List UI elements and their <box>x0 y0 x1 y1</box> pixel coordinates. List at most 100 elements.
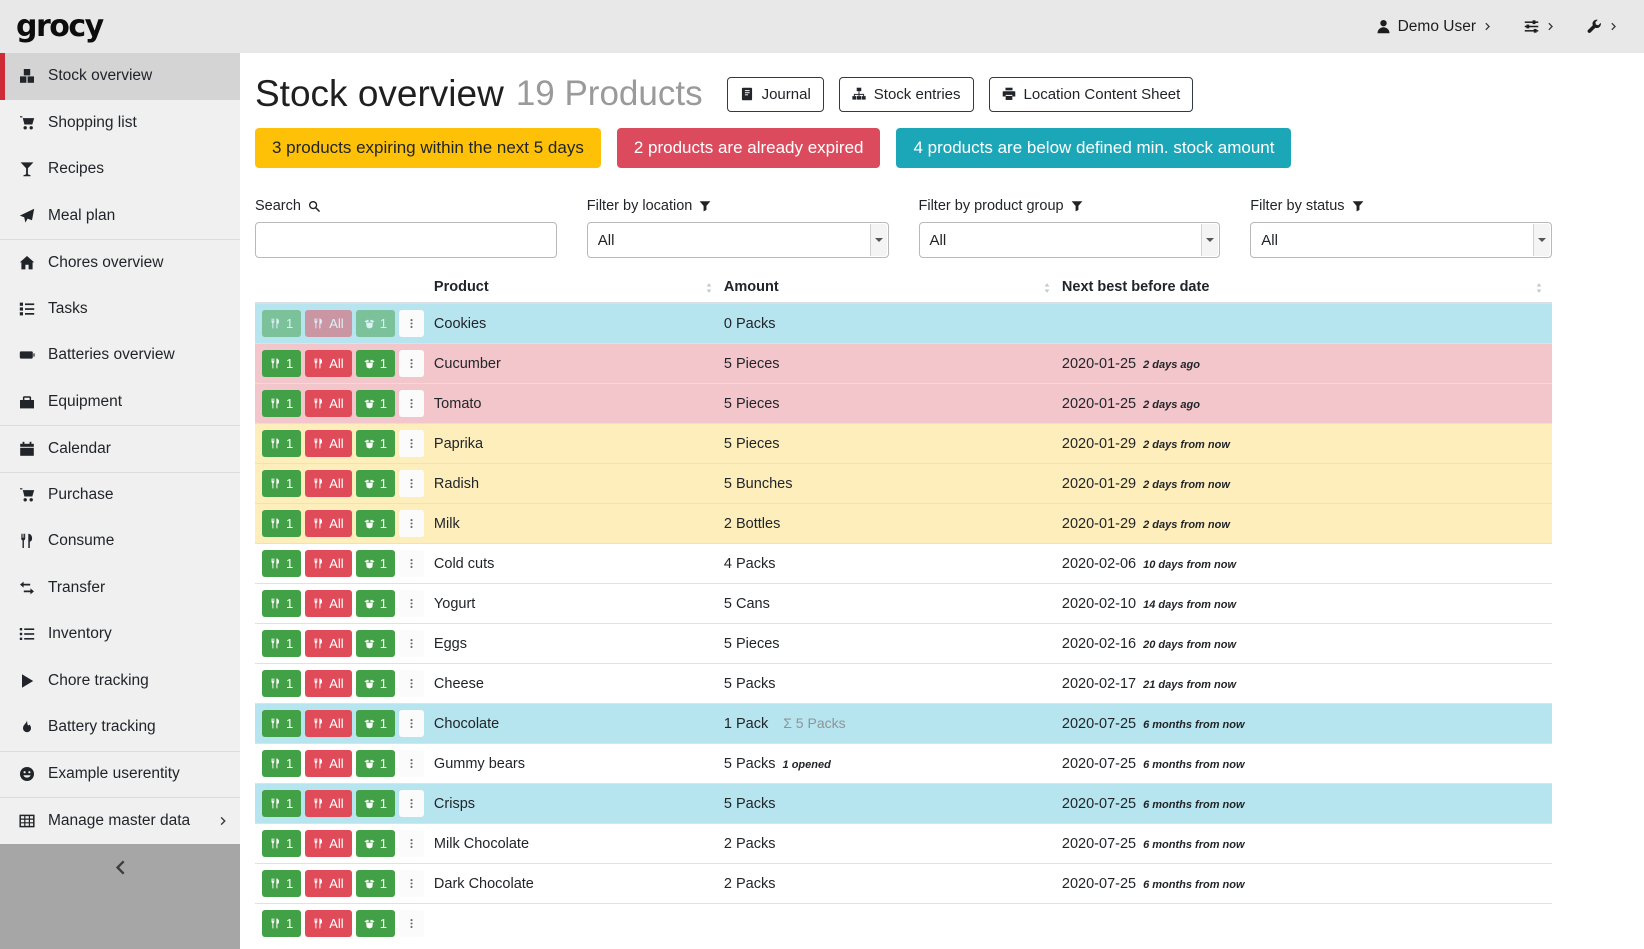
row-menu-button[interactable] <box>399 870 424 897</box>
journal-button[interactable]: Journal <box>727 77 824 112</box>
location-content-sheet-button[interactable]: Location Content Sheet <box>989 77 1194 112</box>
sidebar-item-chores-overview[interactable]: Chores overview <box>0 239 240 286</box>
open-one-button[interactable]: 1 <box>356 910 395 937</box>
consume-one-button[interactable]: 1 <box>262 590 301 617</box>
sidebar-item-calendar[interactable]: Calendar <box>0 425 240 472</box>
consume-all-button[interactable]: All <box>305 430 351 457</box>
location-select[interactable]: All <box>587 222 889 258</box>
consume-one-button[interactable]: 1 <box>262 670 301 697</box>
consume-all-button[interactable]: All <box>305 590 351 617</box>
row-menu-button[interactable] <box>399 790 424 817</box>
status-select[interactable]: All <box>1250 222 1552 258</box>
sidebar-item-transfer[interactable]: Transfer <box>0 565 240 612</box>
row-menu-button[interactable] <box>399 750 424 777</box>
table-row: 1All1Tomato5 Pieces2020-01-252 days ago <box>255 384 1552 424</box>
sidebar-item-manage-master-data[interactable]: Manage master data <box>0 797 240 844</box>
consume-one-button[interactable]: 1 <box>262 430 301 457</box>
consume-one-button[interactable]: 1 <box>262 310 301 337</box>
open-one-button[interactable]: 1 <box>356 510 395 537</box>
stock-entries-button[interactable]: Stock entries <box>839 77 974 112</box>
open-one-button[interactable]: 1 <box>356 390 395 417</box>
open-one-button[interactable]: 1 <box>356 310 395 337</box>
consume-all-button[interactable]: All <box>305 630 351 657</box>
row-menu-button[interactable] <box>399 470 424 497</box>
open-one-button[interactable]: 1 <box>356 830 395 857</box>
date-column-header[interactable]: Next best before date <box>1060 274 1552 303</box>
consume-all-button[interactable]: All <box>305 870 351 897</box>
consume-all-button[interactable]: All <box>305 750 351 777</box>
consume-one-button[interactable]: 1 <box>262 870 301 897</box>
consume-all-button[interactable]: All <box>305 790 351 817</box>
row-menu-button[interactable] <box>399 510 424 537</box>
sidebar-item-purchase[interactable]: Purchase <box>0 472 240 519</box>
sidebar-item-inventory[interactable]: Inventory <box>0 611 240 658</box>
row-menu-button[interactable] <box>399 830 424 857</box>
row-menu-button[interactable] <box>399 630 424 657</box>
app-logo[interactable]: grocy <box>16 9 103 44</box>
open-one-button[interactable]: 1 <box>356 590 395 617</box>
consume-one-button[interactable]: 1 <box>262 630 301 657</box>
open-one-button[interactable]: 1 <box>356 550 395 577</box>
sidebar-item-meal-plan[interactable]: Meal plan <box>0 193 240 240</box>
sidebar-item-shopping-list[interactable]: Shopping list <box>0 100 240 147</box>
row-menu-button[interactable] <box>399 590 424 617</box>
consume-one-button[interactable]: 1 <box>262 710 301 737</box>
open-one-button[interactable]: 1 <box>356 790 395 817</box>
product-column-header[interactable]: Product <box>432 274 722 303</box>
open-one-button[interactable]: 1 <box>356 750 395 777</box>
consume-all-button[interactable]: All <box>305 710 351 737</box>
row-menu-button[interactable] <box>399 710 424 737</box>
user-menu[interactable]: Demo User <box>1376 18 1492 36</box>
consume-one-button[interactable]: 1 <box>262 350 301 377</box>
consume-all-button[interactable]: All <box>305 510 351 537</box>
search-input[interactable] <box>255 222 557 258</box>
consume-all-button[interactable]: All <box>305 910 351 937</box>
consume-all-button[interactable]: All <box>305 390 351 417</box>
open-one-button[interactable]: 1 <box>356 350 395 377</box>
open-one-button[interactable]: 1 <box>356 870 395 897</box>
sidebar-item-batteries-overview[interactable]: Batteries overview <box>0 332 240 379</box>
below-min-stock-banner[interactable]: 4 products are below defined min. stock … <box>896 128 1291 168</box>
sidebar-collapse-button[interactable] <box>112 859 129 876</box>
amount-column-header[interactable]: Amount <box>722 274 1060 303</box>
sidebar-item-battery-tracking[interactable]: Battery tracking <box>0 704 240 751</box>
row-menu-button[interactable] <box>399 550 424 577</box>
sidebar-item-recipes[interactable]: Recipes <box>0 146 240 193</box>
consume-all-button[interactable]: All <box>305 350 351 377</box>
consume-all-button[interactable]: All <box>305 830 351 857</box>
sidebar-item-chore-tracking[interactable]: Chore tracking <box>0 658 240 705</box>
settings-menu[interactable] <box>1524 19 1555 34</box>
open-one-button[interactable]: 1 <box>356 710 395 737</box>
consume-all-button[interactable]: All <box>305 550 351 577</box>
consume-all-button[interactable]: All <box>305 310 351 337</box>
sidebar-item-stock-overview[interactable]: Stock overview <box>0 53 240 100</box>
open-one-button[interactable]: 1 <box>356 630 395 657</box>
consume-all-button[interactable]: All <box>305 670 351 697</box>
consume-one-button[interactable]: 1 <box>262 390 301 417</box>
sidebar-item-equipment[interactable]: Equipment <box>0 379 240 426</box>
consume-one-button[interactable]: 1 <box>262 830 301 857</box>
consume-one-button[interactable]: 1 <box>262 510 301 537</box>
consume-all-button[interactable]: All <box>305 470 351 497</box>
sidebar-item-tasks[interactable]: Tasks <box>0 286 240 333</box>
open-one-button[interactable]: 1 <box>356 670 395 697</box>
product-group-select[interactable]: All <box>919 222 1221 258</box>
open-one-button[interactable]: 1 <box>356 430 395 457</box>
row-menu-button[interactable] <box>399 670 424 697</box>
admin-menu[interactable] <box>1587 19 1618 34</box>
expired-banner[interactable]: 2 products are already expired <box>617 128 881 168</box>
consume-one-button[interactable]: 1 <box>262 790 301 817</box>
expiring-banner[interactable]: 3 products expiring within the next 5 da… <box>255 128 601 168</box>
sidebar-item-consume[interactable]: Consume <box>0 518 240 565</box>
row-menu-button[interactable] <box>399 910 424 937</box>
consume-one-button[interactable]: 1 <box>262 910 301 937</box>
consume-one-button[interactable]: 1 <box>262 470 301 497</box>
row-menu-button[interactable] <box>399 430 424 457</box>
row-menu-button[interactable] <box>399 390 424 417</box>
open-one-button[interactable]: 1 <box>356 470 395 497</box>
row-menu-button[interactable] <box>399 310 424 337</box>
row-menu-button[interactable] <box>399 350 424 377</box>
consume-one-button[interactable]: 1 <box>262 750 301 777</box>
consume-one-button[interactable]: 1 <box>262 550 301 577</box>
sidebar-item-example-userentity[interactable]: Example userentity <box>0 751 240 798</box>
